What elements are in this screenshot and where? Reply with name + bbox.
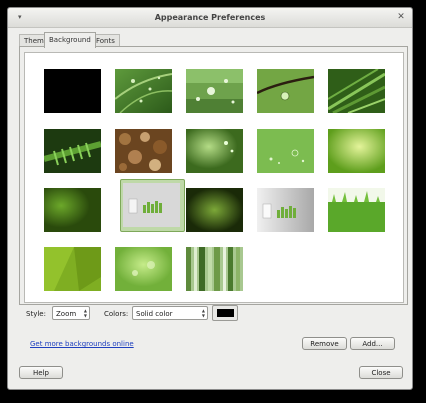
wallpaper-thumb[interactable]: [257, 129, 314, 173]
colors-combo[interactable]: Solid color ▲ ▼: [132, 306, 208, 320]
wallpaper-thumb[interactable]: [257, 69, 314, 113]
wallpaper-thumb[interactable]: [115, 247, 172, 291]
colors-value: Solid color: [136, 310, 173, 318]
get-more-backgrounds-link[interactable]: Get more backgrounds online: [30, 340, 134, 348]
style-value: Zoom: [56, 310, 77, 318]
style-combo[interactable]: Zoom ▲ ▼: [52, 306, 90, 320]
wallpaper-thumb[interactable]: [257, 188, 314, 232]
window-title: Appearance Preferences: [154, 13, 266, 22]
wallpaper-thumb[interactable]: [186, 69, 243, 113]
colors-label: Colors:: [104, 310, 129, 318]
remove-button[interactable]: Remove: [302, 337, 347, 350]
color-picker-button[interactable]: [212, 305, 238, 321]
background-panel: [19, 46, 408, 305]
wallpaper-thumb[interactable]: [115, 129, 172, 173]
window-close-icon[interactable]: ✕: [396, 12, 406, 22]
title-bar[interactable]: ▾ Appearance Preferences ✕: [8, 8, 412, 28]
appearance-preferences-window: ▾ Appearance Preferences ✕ Theme Backgro…: [7, 7, 413, 390]
style-label: Style:: [26, 310, 46, 318]
wallpaper-gallery[interactable]: [24, 52, 404, 303]
wallpaper-thumb[interactable]: [186, 129, 243, 173]
wallpaper-thumb[interactable]: [328, 129, 385, 173]
wallpaper-thumb-selected[interactable]: [123, 183, 180, 227]
help-button[interactable]: Help: [19, 366, 63, 379]
wallpaper-thumb[interactable]: [115, 69, 172, 113]
spin-arrows-icon: ▲ ▼: [201, 308, 205, 318]
close-button[interactable]: Close: [359, 366, 403, 379]
spin-arrows-icon: ▲ ▼: [83, 308, 87, 318]
add-button[interactable]: Add...: [350, 337, 395, 350]
wallpaper-thumb[interactable]: [44, 129, 101, 173]
color-swatch: [217, 309, 234, 317]
wallpaper-thumb[interactable]: [328, 69, 385, 113]
wallpaper-thumb[interactable]: [328, 188, 385, 232]
tab-background[interactable]: Background: [44, 32, 96, 48]
wallpaper-thumb[interactable]: [186, 188, 243, 232]
wallpaper-thumb[interactable]: [44, 69, 101, 113]
wallpaper-thumb[interactable]: [186, 247, 243, 291]
wallpaper-thumb[interactable]: [44, 247, 101, 291]
wallpaper-thumb[interactable]: [44, 188, 101, 232]
